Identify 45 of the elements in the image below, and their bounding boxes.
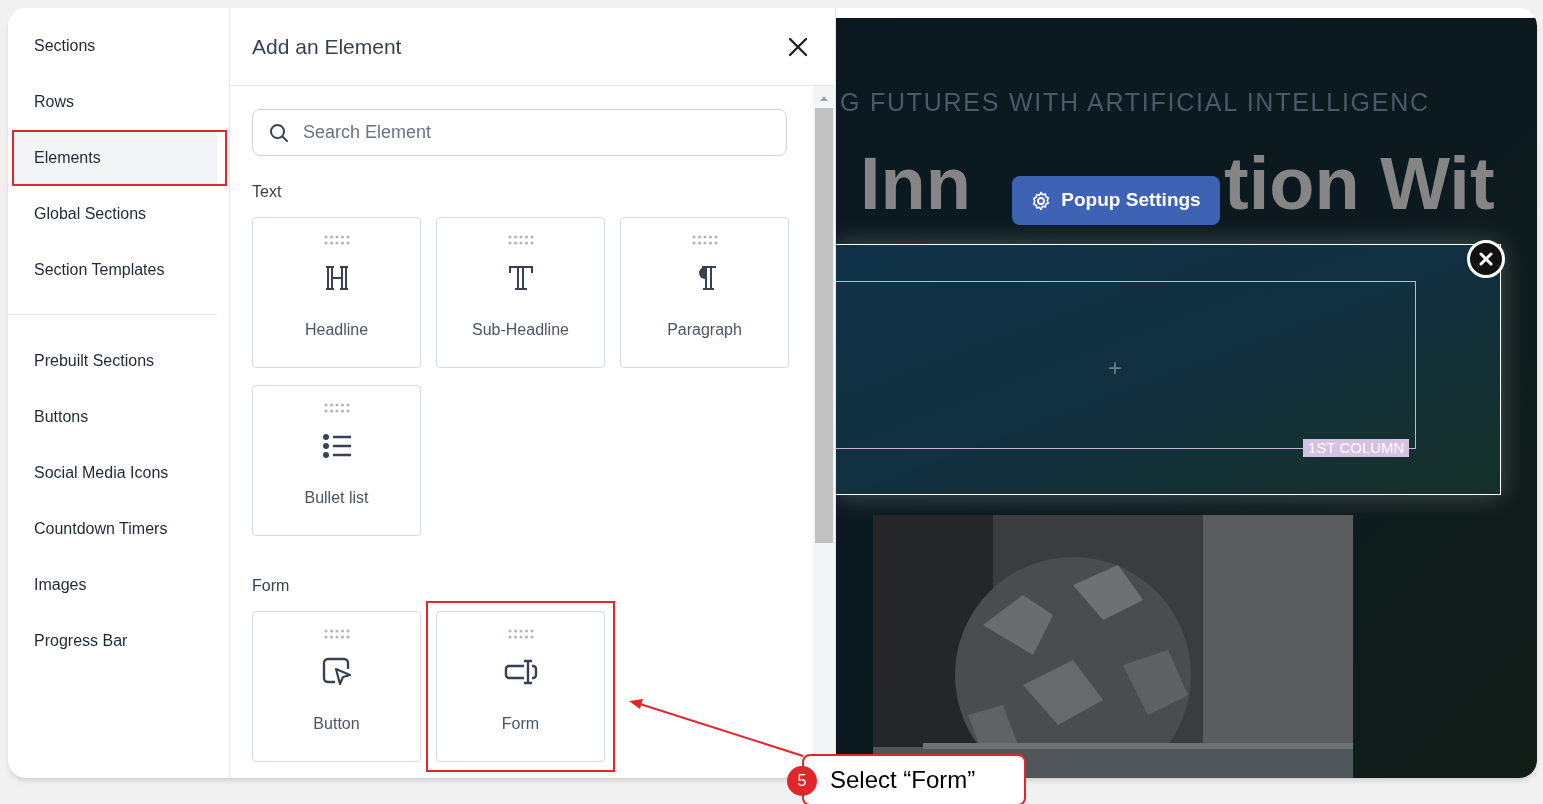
sidebar-item[interactable]: Elements bbox=[14, 132, 217, 184]
popup-settings-button[interactable]: Popup Settings bbox=[1012, 176, 1220, 225]
callout-text: Select “Form” bbox=[830, 765, 976, 795]
close-button[interactable] bbox=[1467, 240, 1505, 278]
drag-handle-icon bbox=[507, 629, 534, 639]
category-title: Text bbox=[252, 182, 282, 202]
drag-handle-icon bbox=[323, 629, 350, 639]
tagline: G FUTURES WITH ARTIFICIAL INTELLIGENC bbox=[840, 87, 1430, 118]
hero-heading: tion Wit bbox=[1224, 141, 1495, 227]
bullet-list-icon bbox=[321, 432, 352, 460]
element-card[interactable]: Form bbox=[436, 611, 605, 762]
search-field[interactable]: Search Element bbox=[252, 109, 787, 156]
search-input[interactable]: Search Element bbox=[303, 119, 770, 146]
cursor-box-icon bbox=[320, 656, 353, 688]
step-number: 5 bbox=[787, 766, 817, 796]
text-icon bbox=[506, 264, 535, 292]
hero-heading: Inn bbox=[860, 141, 971, 227]
close-icon bbox=[1479, 252, 1493, 266]
sidebar-item[interactable]: Countdown Timers bbox=[14, 503, 217, 555]
scrollbar-thumb[interactable] bbox=[815, 108, 833, 543]
panel-title: Add an Element bbox=[252, 33, 402, 60]
element-card[interactable]: Bullet list bbox=[252, 385, 421, 536]
sidebar-item[interactable]: Social Media Icons bbox=[14, 447, 217, 499]
settings-icon bbox=[1031, 190, 1052, 211]
sidebar-item[interactable]: Images bbox=[14, 559, 217, 611]
element-card[interactable]: Paragraph bbox=[620, 217, 789, 368]
drag-handle-icon bbox=[507, 235, 534, 245]
element-card[interactable]: Button bbox=[252, 611, 421, 762]
sidebar-item[interactable]: Global Sections bbox=[14, 188, 217, 240]
sidebar-item[interactable]: Rows bbox=[14, 76, 217, 128]
element-card[interactable]: Sub-Headline bbox=[436, 217, 605, 368]
drag-handle-icon bbox=[323, 403, 350, 413]
drag-handle-icon bbox=[691, 235, 718, 245]
sidebar-item[interactable]: Prebuilt Sections bbox=[14, 335, 217, 387]
column-label: 1ST COLUMN bbox=[1303, 439, 1410, 457]
sidebar-item[interactable]: Section Templates bbox=[14, 244, 217, 296]
sidebar-item[interactable]: Buttons bbox=[14, 391, 217, 443]
element-card[interactable]: Headline bbox=[252, 217, 421, 368]
sidebar-item[interactable]: Sections bbox=[14, 20, 217, 72]
search-icon bbox=[269, 122, 289, 143]
input-field-icon bbox=[503, 657, 538, 687]
drag-handle-icon bbox=[323, 235, 350, 245]
close-icon[interactable] bbox=[788, 36, 808, 57]
sidebar-item[interactable]: Progress Bar bbox=[14, 615, 217, 667]
category-title: Form bbox=[252, 576, 290, 596]
